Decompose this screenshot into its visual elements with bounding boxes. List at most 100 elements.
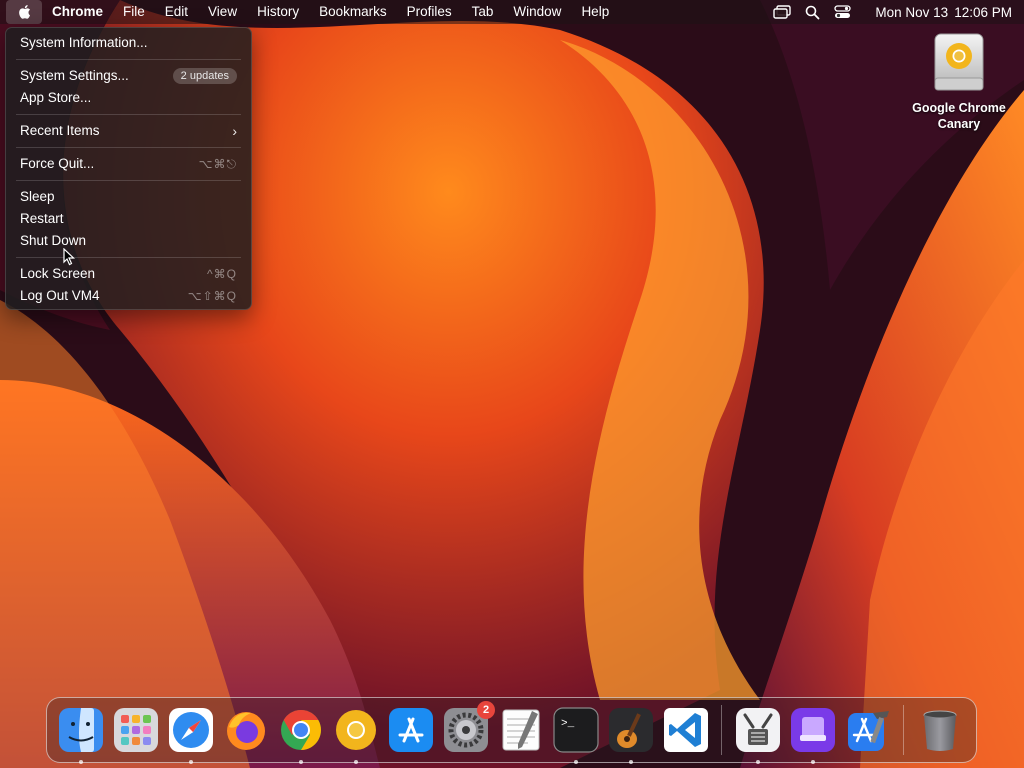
control-center-icon[interactable] xyxy=(834,5,852,19)
menu-item-recent-items[interactable]: Recent Items › xyxy=(6,120,251,142)
menu-file[interactable]: File xyxy=(113,0,155,24)
dock-garageband[interactable] xyxy=(607,707,654,764)
desktop-icon-label: Google Chrome Canary xyxy=(904,100,1014,132)
dock-safari[interactable] xyxy=(167,707,214,764)
dock-terminal[interactable]: >_ xyxy=(552,707,599,764)
dock-system-information[interactable] xyxy=(734,707,781,764)
menu-separator xyxy=(16,257,241,258)
running-indicator xyxy=(573,759,578,764)
chevron-right-icon: › xyxy=(232,123,237,139)
menu-item-label: Shut Down xyxy=(20,233,87,248)
dock-finder[interactable] xyxy=(57,707,104,764)
menu-item-force-quit[interactable]: Force Quit... ⌥⌘⎋ xyxy=(6,153,251,175)
dock-app-store[interactable] xyxy=(387,707,434,754)
firefox-icon xyxy=(226,712,265,750)
textedit-icon xyxy=(502,709,539,751)
running-indicator xyxy=(298,759,303,764)
running-indicator xyxy=(810,759,815,764)
notification-badge: 2 xyxy=(477,700,495,719)
apple-menu-button[interactable] xyxy=(6,0,42,24)
menu-separator xyxy=(16,59,241,60)
app-store-icon xyxy=(388,708,433,752)
dock-trash[interactable] xyxy=(916,707,963,754)
dock-vscode[interactable] xyxy=(662,707,709,754)
mouse-cursor-icon xyxy=(63,247,76,271)
dock-separator xyxy=(721,705,722,755)
menu-tab[interactable]: Tab xyxy=(462,0,504,24)
clock-date: Mon Nov 13 xyxy=(875,4,949,20)
menu-item-label: Sleep xyxy=(20,189,55,204)
menu-profiles[interactable]: Profiles xyxy=(397,0,462,24)
spotlight-search-icon[interactable] xyxy=(805,5,820,20)
chrome-icon xyxy=(280,710,321,750)
dock-system-settings[interactable]: 2 xyxy=(442,700,495,754)
clock-time: 12:06 PM xyxy=(954,4,1012,20)
menu-item-lock-screen[interactable]: Lock Screen ^⌘Q xyxy=(6,263,251,285)
menu-edit[interactable]: Edit xyxy=(155,0,198,24)
menu-item-label: Restart xyxy=(20,211,64,226)
dock-textedit[interactable] xyxy=(497,707,544,754)
menu-item-log-out[interactable]: Log Out VM4 ⌥⇧⌘Q xyxy=(6,285,251,307)
system-information-icon xyxy=(735,708,780,752)
safari-icon xyxy=(168,708,213,752)
menu-item-restart[interactable]: Restart xyxy=(6,208,251,230)
dock-launchpad[interactable] xyxy=(112,707,159,754)
menu-item-label: System Information... xyxy=(20,35,148,50)
apple-logo-icon xyxy=(19,5,30,19)
screen-mirroring-icon[interactable] xyxy=(773,5,792,19)
menu-item-sleep[interactable]: Sleep xyxy=(6,186,251,208)
menu-item-system-information[interactable]: System Information... xyxy=(6,32,251,54)
apple-menu-dropdown: System Information... System Settings...… xyxy=(5,27,252,310)
desktop-icon-label-line1: Google Chrome xyxy=(912,101,1006,115)
dock-chrome-canary[interactable] xyxy=(332,707,379,764)
apple-configurator-icon xyxy=(790,708,835,752)
terminal-icon: >_ xyxy=(552,707,599,753)
keyboard-shortcut: ⌥⇧⌘Q xyxy=(187,289,237,303)
menu-separator xyxy=(16,180,241,181)
trash-icon xyxy=(923,710,956,751)
desktop-icon-chrome-canary[interactable]: Google Chrome Canary xyxy=(904,32,1014,132)
keyboard-shortcut: ^⌘Q xyxy=(207,267,237,281)
xcode-icon xyxy=(847,711,889,751)
running-indicator xyxy=(353,759,358,764)
finder-icon xyxy=(58,708,103,752)
disk-image-icon xyxy=(932,32,986,94)
menu-item-shut-down[interactable]: Shut Down xyxy=(6,230,251,252)
menu-view[interactable]: View xyxy=(198,0,247,24)
menu-help[interactable]: Help xyxy=(571,0,619,24)
garageband-icon xyxy=(608,708,653,752)
menu-item-label: Force Quit... xyxy=(20,156,95,171)
running-indicator xyxy=(78,759,83,764)
menu-window[interactable]: Window xyxy=(503,0,571,24)
keyboard-shortcut: ⌥⌘⎋ xyxy=(198,157,237,171)
menu-item-label: Lock Screen xyxy=(20,266,96,281)
menu-history[interactable]: History xyxy=(247,0,309,24)
dock-chrome[interactable] xyxy=(277,707,324,764)
menu-app-name[interactable]: Chrome xyxy=(42,0,113,24)
menu-item-system-settings[interactable]: System Settings... 2 updates xyxy=(6,65,251,87)
menu-item-app-store[interactable]: App Store... xyxy=(6,87,251,109)
desktop-icon-label-line2: Canary xyxy=(937,117,981,131)
menu-separator xyxy=(16,114,241,115)
running-indicator xyxy=(755,759,760,764)
dock-firefox[interactable] xyxy=(222,707,269,754)
menu-bar-clock[interactable]: Mon Nov 13 12:06 PM xyxy=(869,5,1012,20)
dock-xcode[interactable] xyxy=(844,707,891,754)
menu-bar: Chrome File Edit View History Bookmarks … xyxy=(0,0,1024,24)
running-indicator xyxy=(188,759,193,764)
menu-bar-status-area: Mon Nov 13 12:06 PM xyxy=(759,0,1024,24)
dock-apple-configurator[interactable] xyxy=(789,707,836,764)
menu-item-label: Recent Items xyxy=(20,123,100,138)
chrome-canary-icon xyxy=(335,710,376,750)
dock-separator xyxy=(903,705,904,755)
menu-item-label: App Store... xyxy=(20,90,92,105)
menu-separator xyxy=(16,147,241,148)
launchpad-icon xyxy=(113,708,158,752)
menu-item-label: System Settings... xyxy=(20,68,129,83)
menu-bookmarks[interactable]: Bookmarks xyxy=(309,0,397,24)
terminal-prompt: >_ xyxy=(561,718,575,730)
dock: 2 >_ xyxy=(46,697,977,764)
vscode-icon xyxy=(663,708,708,752)
updates-badge: 2 updates xyxy=(172,68,237,84)
running-indicator xyxy=(628,759,633,764)
